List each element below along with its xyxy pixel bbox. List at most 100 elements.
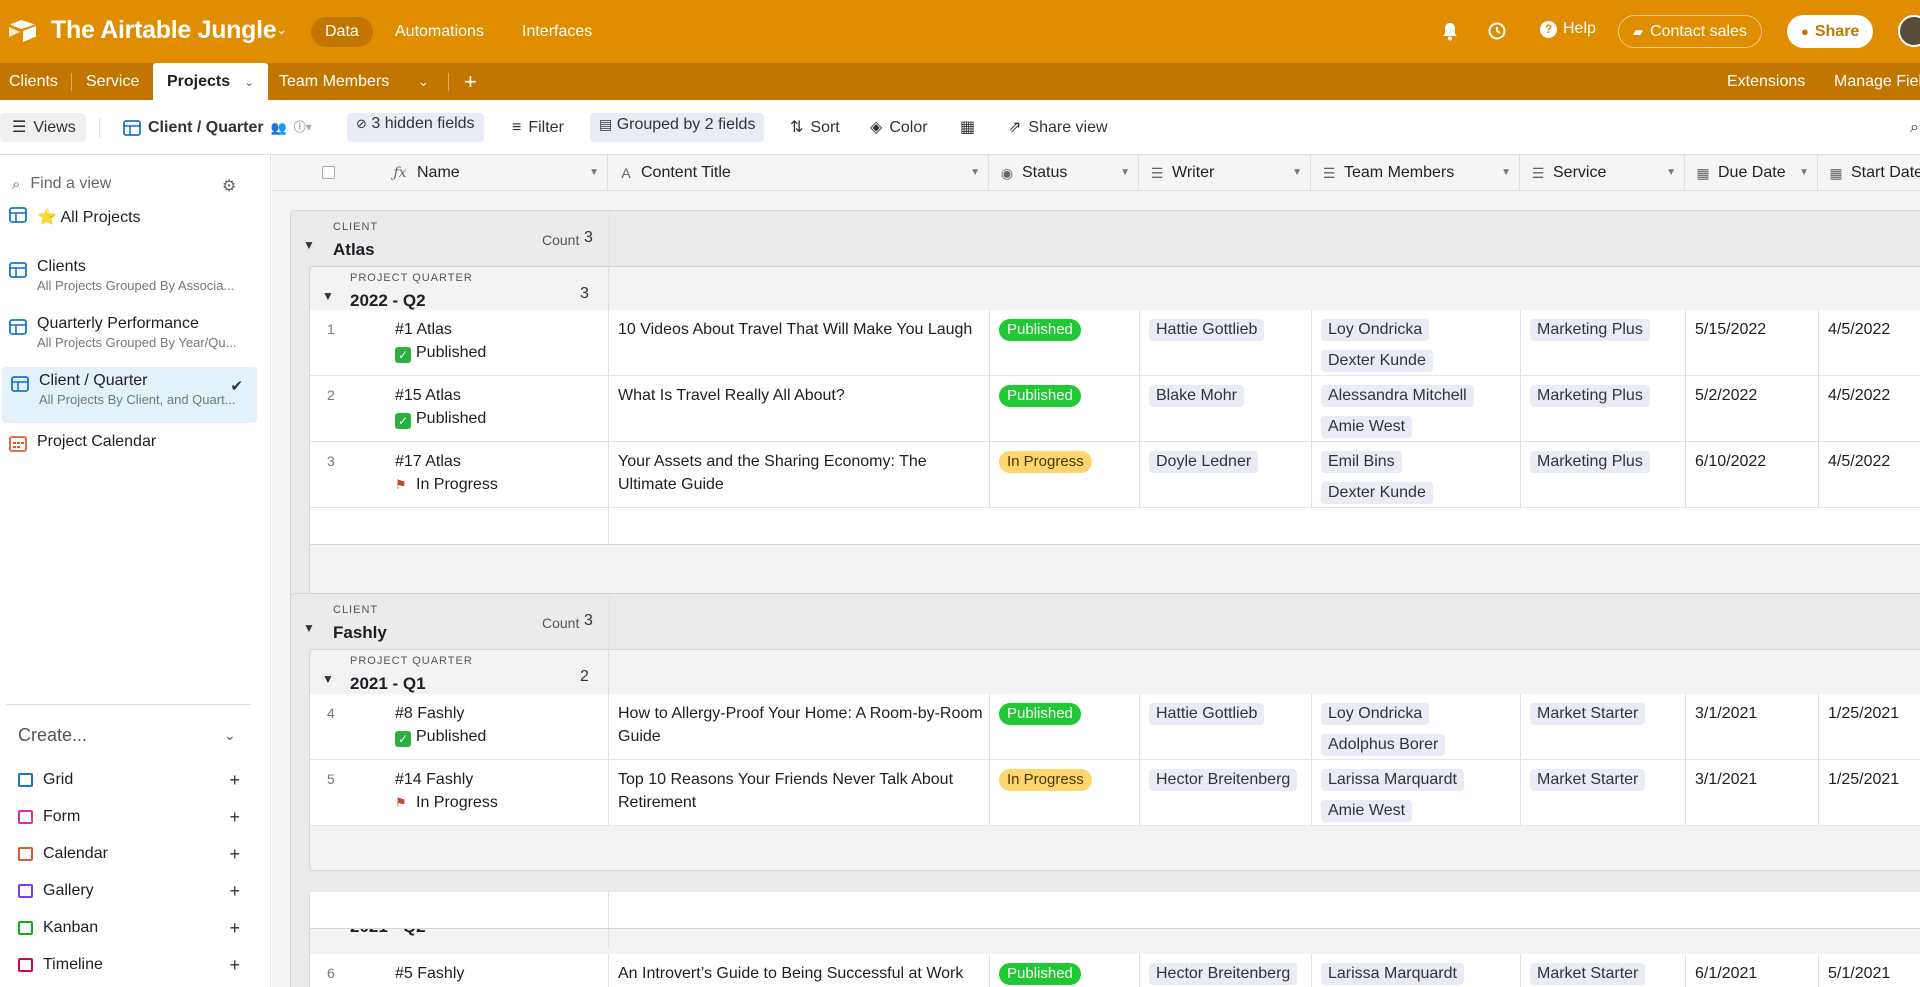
group-button[interactable]: ▤ Grouped by 2 fields [590,113,765,142]
status-cell[interactable]: Published [999,318,1081,341]
start-date-cell[interactable]: 4/5/2022 [1828,450,1890,473]
sidebar-item-all-projects[interactable]: ⭐ All Projects [0,179,257,226]
due-date-cell[interactable]: 3/1/2021 [1695,768,1757,791]
team-members-cell[interactable]: Loy Ondricka Dexter Kunde [1321,318,1516,380]
chevron-down-icon[interactable]: ▼ [1120,155,1130,191]
filter-button[interactable]: ≡ Filter [512,113,564,142]
create-calendar[interactable]: Calendar + [18,844,240,864]
name-cell[interactable]: #1 Atlas ✓ Published [395,318,595,364]
views-toggle-button[interactable]: ☰ Views [0,113,86,142]
table-row[interactable]: 6 #5 Fashly ✓Published An Introvert’s Gu… [310,954,1920,987]
content-title-cell[interactable]: Top 10 Reasons Your Friends Never Talk A… [618,768,988,814]
writer-cell[interactable]: Hattie Gottlieb [1149,318,1272,349]
start-date-cell[interactable]: 1/25/2021 [1828,702,1899,725]
plus-icon[interactable]: + [229,918,240,939]
nav-interfaces[interactable]: Interfaces [508,17,606,47]
plus-icon[interactable]: + [229,807,240,828]
nav-automations[interactable]: Automations [381,17,498,47]
name-cell[interactable]: #14 Fashly ⚑ In Progress [395,768,595,814]
add-row-area[interactable] [310,508,1920,545]
content-title-cell[interactable]: 10 Videos About Travel That Will Make Yo… [618,318,988,341]
column-header-name[interactable]: ƒx Name ▼ [272,155,608,191]
manage-fields-button[interactable]: Manage Fiel [1834,63,1920,100]
sidebar-item-client-quarter[interactable]: Client / Quarter All Projects By Client,… [2,367,257,423]
nav-data[interactable]: Data [311,17,373,47]
create-timeline[interactable]: Timeline + [18,955,240,976]
create-kanban[interactable]: Kanban + [18,918,240,939]
search-icon[interactable]: ⌕ [1910,113,1919,142]
chevron-down-icon[interactable]: ⌄ [245,77,254,89]
table-row[interactable]: 3 #17 Atlas ⚑ In Progress Your Assets and… [310,442,1920,535]
create-form[interactable]: Form + [18,807,240,828]
due-date-cell[interactable]: 5/2/2022 [1695,384,1757,407]
status-cell[interactable]: In Progress [999,450,1092,473]
share-button[interactable]: ● Share [1787,15,1874,48]
sort-button[interactable]: ⇅ Sort [790,113,840,142]
content-title-cell[interactable]: What Is Travel Really All About? [618,384,988,407]
column-header-due-date[interactable]: ▦ Due Date ▼ [1685,155,1818,191]
share-view-button[interactable]: ⇗ Share view [1008,113,1108,142]
service-cell[interactable]: Marketing Plus [1530,318,1658,349]
status-cell[interactable]: Published [999,702,1081,725]
start-date-cell[interactable]: 4/5/2022 [1828,318,1890,341]
team-members-cell[interactable]: Loy Ondricka Adolphus Borer [1321,702,1516,764]
name-cell[interactable]: #8 Fashly ✓ Published [395,702,595,748]
writer-cell[interactable]: Hattie Gottlieb [1149,702,1272,733]
column-header-service[interactable]: ☰ Service ▼ [1520,155,1685,191]
service-cell[interactable]: Marketing Plus [1530,450,1658,481]
plus-icon[interactable]: + [229,955,240,976]
create-grid[interactable]: Grid + [18,770,240,791]
extensions-button[interactable]: Extensions [1727,63,1805,100]
writer-cell[interactable]: Blake Mohr [1149,384,1252,415]
chevron-down-icon[interactable]: ▼ [589,155,599,191]
history-icon[interactable] [1486,19,1508,43]
writer-cell[interactable]: Hector Breitenberg [1149,768,1305,799]
due-date-cell[interactable]: 3/1/2021 [1695,702,1757,725]
plus-icon[interactable]: + [229,770,240,791]
column-header-start-date[interactable]: ▦ Start Date [1818,155,1920,191]
table-row[interactable]: 1 #1 Atlas ✓ Published 10 Videos About Tr… [310,310,1920,376]
column-header-status[interactable]: ◉ Status ▼ [989,155,1139,191]
bell-icon[interactable] [1439,19,1461,43]
color-button[interactable]: ◈ Color [870,113,928,142]
content-title-cell[interactable]: How to Allergy-Proof Your Home: A Room-b… [618,702,988,748]
due-date-cell[interactable]: 6/10/2022 [1695,450,1766,473]
tab-projects[interactable]: Projects ⌄ [153,63,268,101]
chevron-down-icon[interactable]: ▼ [970,155,980,191]
chevron-down-icon[interactable]: ▼ [1666,155,1676,191]
chevron-down-icon[interactable]: ▼ [1501,155,1511,191]
start-date-cell[interactable]: 4/5/2022 [1828,384,1890,407]
base-title[interactable]: The Airtable Jungle [51,16,277,45]
table-row[interactable]: 2 #15 Atlas ✓ Published What Is Travel Re… [310,376,1920,442]
help-button[interactable]: ? Help [1540,20,1596,38]
collapse-triangle-icon[interactable]: ▼ [322,672,334,686]
status-cell[interactable]: Published [999,384,1081,407]
table-row[interactable]: 5 #14 Fashly ⚑ In Progress Top 10 Reasons… [310,760,1920,826]
table-row[interactable]: 4 #8 Fashly ✓ Published How to Allergy-Pr… [310,694,1920,760]
status-cell[interactable]: In Progress [999,768,1092,791]
team-members-cell[interactable]: Larissa Marquardt Amie West [1321,768,1516,830]
status-cell[interactable]: Published [999,962,1081,985]
chevron-down-icon[interactable]: ▼ [1799,155,1809,191]
column-header-content-title[interactable]: A Content Title ▼ [608,155,989,191]
writer-cell[interactable]: Doyle Ledner [1149,450,1266,481]
chevron-down-icon[interactable]: ⌄ [276,22,287,38]
contact-sales-button[interactable]: ▰ Contact sales [1618,15,1762,48]
sidebar-item-project-calendar[interactable]: Project Calendar [0,433,257,461]
current-view-button[interactable]: Client / Quarter 👥 ⓘ▾ [123,113,312,142]
tab-team-members[interactable]: Team Members [279,63,389,100]
tab-clients[interactable]: Clients [9,63,58,100]
service-cell[interactable]: Market Starter [1530,702,1653,733]
sidebar-item-clients[interactable]: Clients All Projects Grouped By Associa.… [0,258,257,312]
hidden-fields-button[interactable]: ⊘ 3 hidden fields [347,113,484,142]
name-cell[interactable]: #17 Atlas ⚑ In Progress [395,450,595,496]
add-table-icon[interactable]: + [464,63,477,100]
service-cell[interactable]: Market Starter [1530,768,1653,799]
sidebar-item-quarterly-performance[interactable]: Quarterly Performance All Projects Group… [0,315,257,369]
content-title-cell[interactable]: An Introvert’s Guide to Being Successful… [618,962,988,985]
due-date-cell[interactable]: 6/1/2021 [1695,962,1757,985]
collapse-triangle-icon[interactable]: ▼ [303,238,315,252]
writer-cell[interactable]: Hector Breitenberg [1149,962,1305,987]
collapse-triangle-icon[interactable]: ▼ [322,289,334,303]
chevron-down-icon[interactable]: ⌄ [418,63,429,100]
